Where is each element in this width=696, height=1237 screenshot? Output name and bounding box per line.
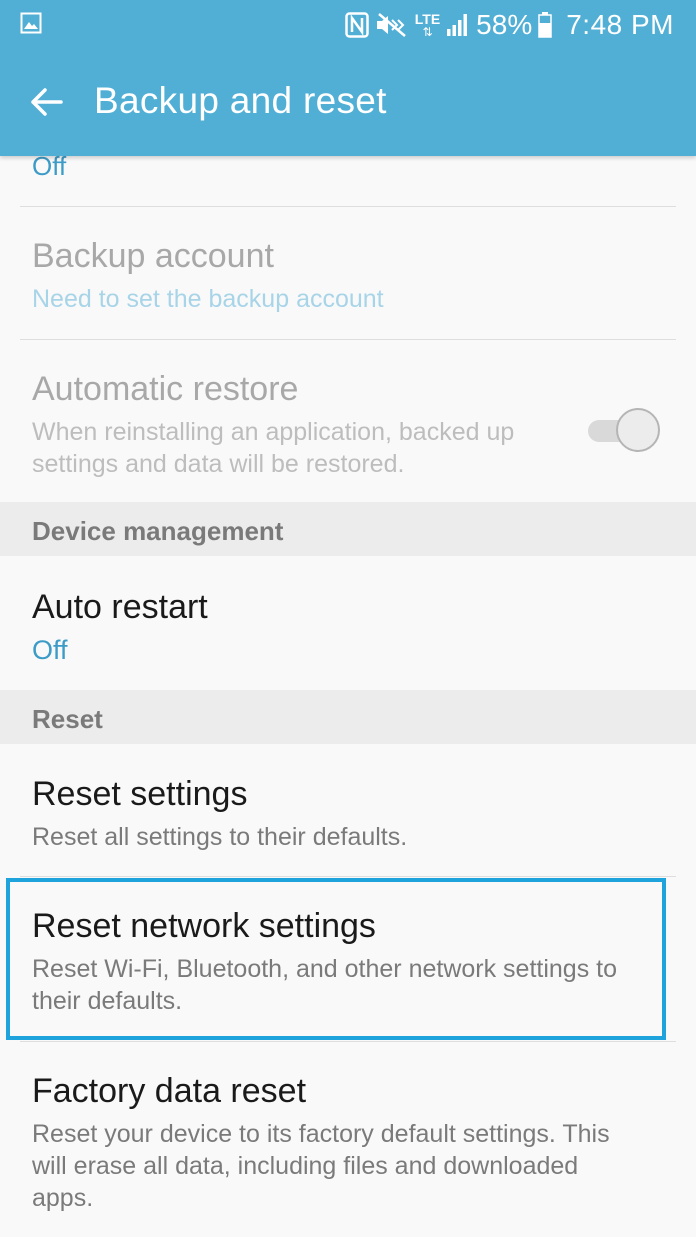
section-header-label: Device management	[32, 516, 284, 546]
backup-my-data-item[interactable]: Off	[0, 156, 696, 206]
back-button[interactable]	[26, 82, 66, 122]
backup-account-item[interactable]: Backup account Need to set the backup ac…	[0, 207, 696, 339]
section-header-reset: Reset	[0, 690, 696, 744]
arrow-left-icon	[31, 88, 63, 116]
auto-restart-item[interactable]: Auto restart Off	[0, 556, 696, 690]
reset-settings-subtitle: Reset all settings to their defaults.	[32, 823, 408, 851]
auto-restart-title: Auto restart	[32, 588, 208, 626]
section-header-device-management: Device management	[0, 502, 696, 556]
page-title: Backup and reset	[94, 80, 387, 121]
battery-percent: 58%	[476, 9, 533, 40]
highlight-frame	[6, 878, 666, 1040]
mute-icon	[375, 12, 409, 38]
reset-settings-item[interactable]: Reset settings Reset all settings to the…	[0, 744, 696, 876]
toggle-knob	[616, 408, 660, 452]
signal-icon	[446, 13, 470, 37]
settings-list[interactable]: Off Backup account Need to set the backu…	[0, 156, 696, 1237]
automatic-restore-subtitle: When reinstalling an application, backed…	[32, 418, 515, 478]
factory-data-reset-title: Factory data reset	[32, 1072, 307, 1110]
battery-icon	[538, 12, 552, 38]
gallery-icon	[20, 12, 42, 34]
backup-account-subtitle: Need to set the backup account	[32, 285, 384, 313]
section-header-label: Reset	[32, 704, 103, 734]
status-bar: LTE ⇅ 58% 7:48 PM	[0, 0, 696, 50]
status-icons: LTE ⇅ 58% 7:48 PM	[345, 5, 674, 45]
lte-icon: LTE ⇅	[414, 11, 441, 39]
nfc-icon	[345, 12, 369, 38]
automatic-restore-toggle[interactable]	[586, 408, 662, 454]
automatic-restore-title: Automatic restore	[32, 370, 299, 408]
status-time: 7:48 PM	[566, 9, 674, 40]
backup-account-title: Backup account	[32, 237, 274, 275]
factory-data-reset-item[interactable]: Factory data reset Reset your device to …	[0, 1042, 696, 1237]
backup-my-data-value: Off	[32, 156, 67, 181]
auto-restart-value: Off	[32, 635, 68, 665]
app-bar: LTE ⇅ 58% 7:48 PM Backup and reset	[0, 0, 696, 156]
factory-data-reset-subtitle: Reset your device to its factory default…	[32, 1120, 610, 1212]
reset-settings-title: Reset settings	[32, 775, 248, 813]
